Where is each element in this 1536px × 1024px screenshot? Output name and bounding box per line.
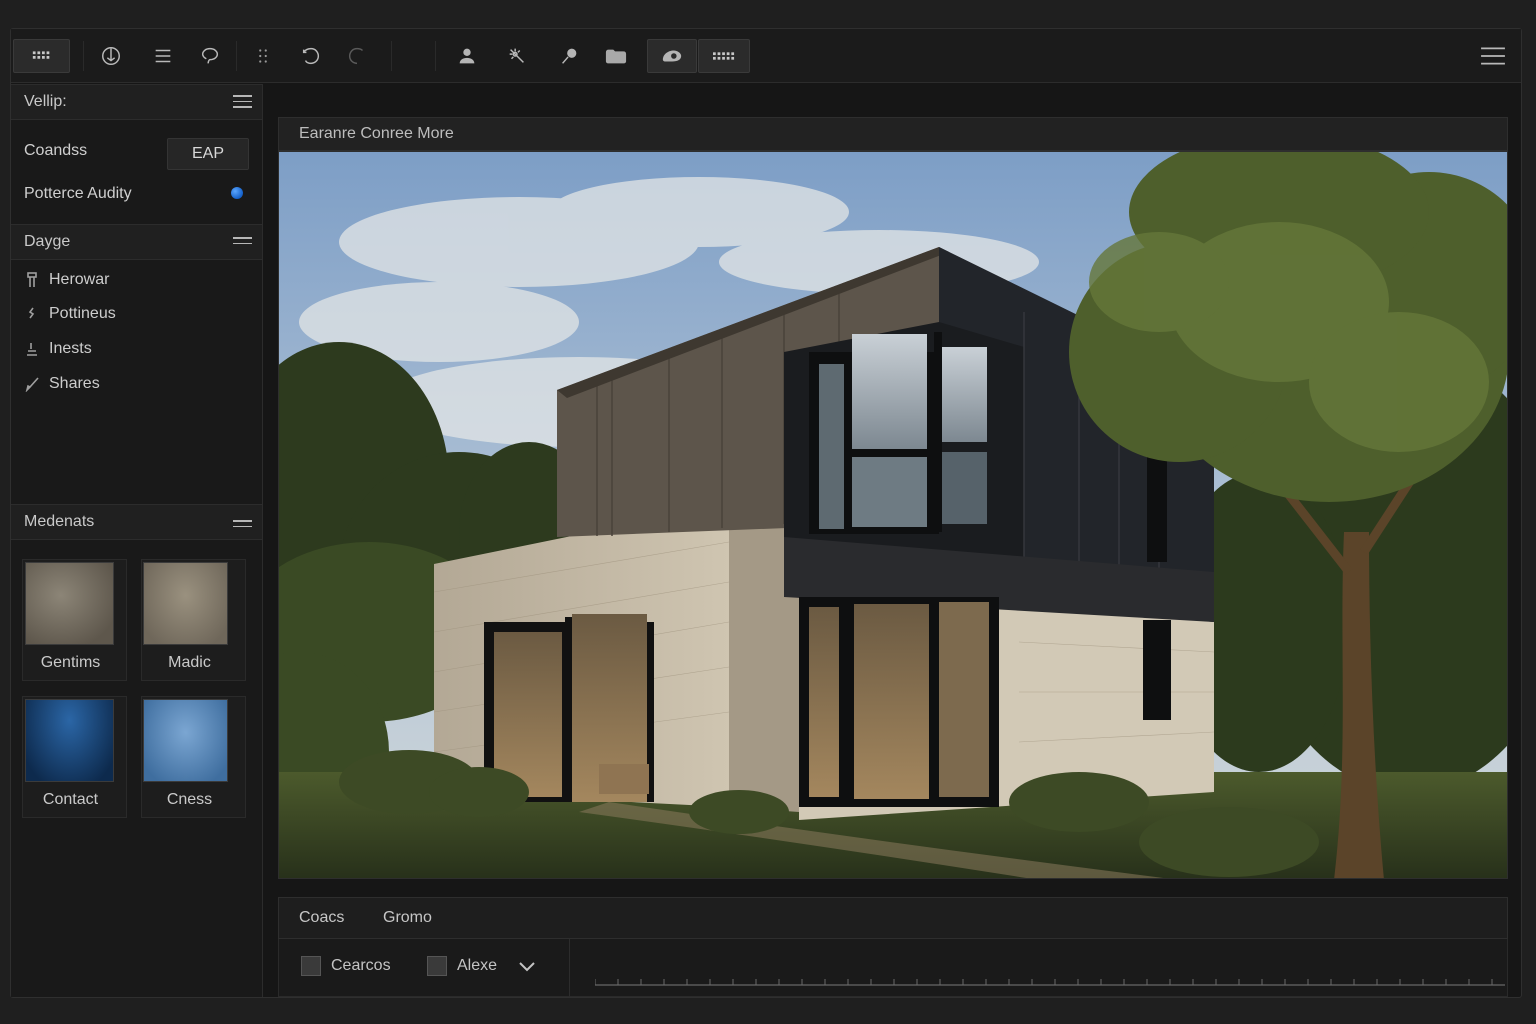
camera-icon[interactable]: [647, 39, 697, 73]
material-swatch: [25, 562, 114, 645]
checkbox-alexe[interactable]: Alexe: [427, 956, 497, 976]
panel-header-dayge: Dayge: [11, 224, 262, 260]
material-card-madic[interactable]: Madic: [141, 559, 246, 681]
list-icon[interactable]: [145, 39, 181, 73]
checkbox-cearcos[interactable]: Cearcos: [301, 956, 391, 976]
redo-icon[interactable]: [339, 39, 375, 73]
panel-header-vellip: Vellip:: [11, 84, 262, 120]
viewport-header: Earanre Conree More: [278, 117, 1508, 151]
panel-title: Vellip:: [24, 93, 67, 110]
material-label: Contact: [42, 791, 99, 808]
toolbar-divider: [83, 41, 84, 71]
material-card-gentims[interactable]: Gentims: [22, 559, 127, 681]
panel-menu-icon[interactable]: [233, 95, 252, 109]
brush-icon: [23, 375, 41, 393]
dots-grid-icon[interactable]: [245, 39, 281, 73]
grid-menu-icon[interactable]: [13, 39, 70, 73]
app-window: Vellip: Coandss EAP Potterce Audity Dayg…: [10, 28, 1522, 998]
nav-item-label: Inests: [49, 340, 92, 357]
material-swatch: [143, 562, 228, 645]
timeline-ruler[interactable]: [595, 963, 1505, 987]
hamburger-icon[interactable]: [1475, 39, 1511, 73]
logo-icon[interactable]: [93, 39, 129, 73]
material-swatch: [143, 699, 228, 782]
material-label: Gentims: [40, 654, 101, 671]
toolbar-divider: [435, 41, 436, 71]
left-sidebar: Vellip: Coandss EAP Potterce Audity Dayg…: [11, 84, 263, 997]
undo-icon[interactable]: [293, 39, 329, 73]
material-card-contact[interactable]: Contact: [22, 696, 127, 818]
squiggle-icon: [23, 305, 41, 323]
nav-item-label: Herowar: [49, 271, 110, 288]
bottom-divider: [569, 939, 570, 997]
material-label: Madic: [168, 654, 211, 671]
panel-title: Medenats: [24, 513, 95, 530]
panel-menu-icon[interactable]: [233, 520, 252, 534]
bottom-tab-bar: Coacs Gromo: [278, 897, 1508, 939]
panel-header-medenats: Medenats: [11, 504, 262, 540]
panel-title: Dayge: [24, 233, 71, 250]
person-icon[interactable]: [449, 39, 485, 73]
nav-item-inests[interactable]: Inests: [23, 336, 92, 362]
quality-radio[interactable]: [231, 187, 243, 199]
checkbox-box[interactable]: [301, 956, 321, 976]
quality-label: Potterce Audity: [24, 185, 132, 202]
bottom-controls: Cearcos Alexe: [278, 939, 1508, 997]
tab-coacs[interactable]: Coacs: [299, 909, 344, 927]
top-toolbar: [11, 29, 1521, 83]
nav-item-label: Pottineus: [49, 305, 116, 322]
magic-wand-icon[interactable]: [499, 39, 535, 73]
panel-menu-icon[interactable]: [233, 237, 252, 251]
main-top-strip: [264, 84, 1521, 116]
tab-gromo[interactable]: Gromo: [383, 909, 432, 927]
lasso-icon[interactable]: [192, 39, 228, 73]
nav-item-label: Shares: [49, 375, 100, 392]
chevron-down-icon[interactable]: [517, 959, 537, 975]
material-swatch: [25, 699, 114, 782]
render-viewport[interactable]: [278, 151, 1508, 879]
checkbox-label: Alexe: [457, 957, 498, 974]
toolbar-divider: [236, 41, 237, 71]
material-label: Cness: [166, 791, 213, 808]
nav-item-herowar[interactable]: Herowar: [23, 267, 109, 293]
viewport-title: Earanre Conree More: [299, 125, 454, 142]
material-card-cness[interactable]: Cness: [141, 696, 246, 818]
folder-icon[interactable]: [596, 39, 636, 73]
keyboard-icon[interactable]: [698, 39, 750, 73]
house-render: [279, 152, 1507, 878]
eap-button[interactable]: EAP: [167, 138, 249, 170]
pin-tool-icon[interactable]: [551, 39, 587, 73]
nav-item-pottineus[interactable]: Pottineus: [23, 301, 116, 327]
checkbox-box[interactable]: [427, 956, 447, 976]
checkbox-label: Cearcos: [331, 957, 391, 974]
conditions-label: Coandss: [24, 142, 88, 159]
stack-icon: [23, 340, 41, 358]
toolbar-divider: [391, 41, 392, 71]
tube-icon: [23, 271, 41, 289]
nav-item-shares[interactable]: Shares: [23, 371, 100, 397]
